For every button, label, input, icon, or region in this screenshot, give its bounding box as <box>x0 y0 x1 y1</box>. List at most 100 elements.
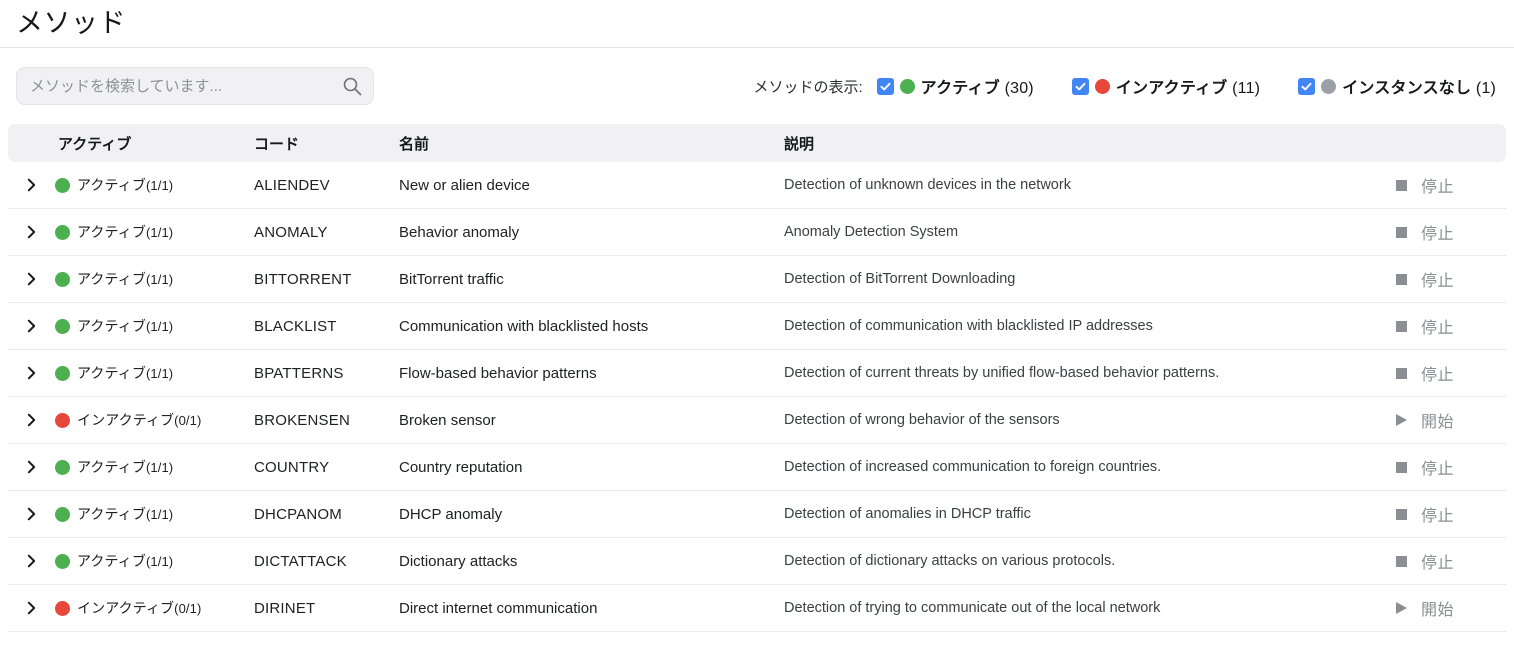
chevron-right-icon[interactable] <box>26 365 37 381</box>
chevron-right-icon[interactable] <box>26 506 37 522</box>
table-row[interactable]: アクティブ(1/1)DICTATTACKDictionary attacksDe… <box>8 538 1506 585</box>
row-action[interactable]: 開始 <box>1396 408 1506 432</box>
row-action[interactable]: 停止 <box>1396 220 1506 244</box>
stop-icon[interactable] <box>1396 462 1407 473</box>
header-active[interactable]: アクティブ <box>54 133 254 154</box>
status-dot <box>55 272 70 287</box>
stop-icon[interactable] <box>1396 274 1407 285</box>
chevron-right-icon[interactable] <box>26 553 37 569</box>
action-label[interactable]: 停止 <box>1421 549 1454 573</box>
filter-label: インアクティブ (11) <box>1116 74 1260 98</box>
checkbox-icon[interactable] <box>1072 78 1089 95</box>
action-button[interactable]: 停止 <box>1396 314 1454 338</box>
stop-icon[interactable] <box>1396 556 1407 567</box>
play-icon[interactable] <box>1396 602 1407 614</box>
chevron-right-icon[interactable] <box>26 271 37 287</box>
header-description[interactable]: 説明 <box>784 133 1396 154</box>
stop-icon[interactable] <box>1396 227 1407 238</box>
action-label[interactable]: 開始 <box>1421 408 1454 432</box>
filter-green[interactable]: アクティブ (30) <box>877 74 1034 98</box>
row-name: New or alien device <box>399 177 784 194</box>
table-row[interactable]: アクティブ(1/1)ALIENDEVNew or alien deviceDet… <box>8 162 1506 209</box>
row-action[interactable]: 停止 <box>1396 361 1506 385</box>
table-row[interactable]: アクティブ(1/1)ANOMALYBehavior anomalyAnomaly… <box>8 209 1506 256</box>
row-expand-toggle[interactable] <box>8 271 54 287</box>
action-button[interactable]: 開始 <box>1396 408 1454 432</box>
row-action[interactable]: 停止 <box>1396 549 1506 573</box>
row-description: Detection of anomalies in DHCP traffic <box>784 506 1396 522</box>
status-fraction: (1/1) <box>146 554 173 569</box>
stop-icon[interactable] <box>1396 180 1407 191</box>
chevron-right-icon[interactable] <box>26 224 37 240</box>
action-button[interactable]: 停止 <box>1396 173 1454 197</box>
row-code: BITTORRENT <box>254 271 399 288</box>
filter-gray[interactable]: インスタンスなし (1) <box>1298 74 1496 98</box>
action-label[interactable]: 停止 <box>1421 314 1454 338</box>
row-expand-toggle[interactable] <box>8 600 54 616</box>
action-label[interactable]: 停止 <box>1421 455 1454 479</box>
status-label: アクティブ(1/1) <box>77 551 173 571</box>
checkbox-icon[interactable] <box>877 78 894 95</box>
action-label[interactable]: 開始 <box>1421 596 1454 620</box>
row-action[interactable]: 停止 <box>1396 314 1506 338</box>
filter-red[interactable]: インアクティブ (11) <box>1072 74 1260 98</box>
status-label: アクティブ(1/1) <box>77 457 173 477</box>
row-expand-toggle[interactable] <box>8 224 54 240</box>
page-header: メソッド <box>0 0 1514 48</box>
action-button[interactable]: 停止 <box>1396 455 1454 479</box>
row-expand-toggle[interactable] <box>8 412 54 428</box>
row-action[interactable]: 停止 <box>1396 455 1506 479</box>
chevron-right-icon[interactable] <box>26 459 37 475</box>
chevron-right-icon[interactable] <box>26 318 37 334</box>
status-text: インアクティブ <box>77 412 174 428</box>
action-button[interactable]: 停止 <box>1396 220 1454 244</box>
checkbox-icon[interactable] <box>1298 78 1315 95</box>
row-name: Dictionary attacks <box>399 553 784 570</box>
row-expand-toggle[interactable] <box>8 506 54 522</box>
stop-icon[interactable] <box>1396 321 1407 332</box>
table-row[interactable]: インアクティブ(0/1)BROKENSENBroken sensorDetect… <box>8 397 1506 444</box>
row-expand-toggle[interactable] <box>8 553 54 569</box>
row-action[interactable]: 開始 <box>1396 596 1506 620</box>
status-text: アクティブ <box>77 224 146 240</box>
row-action[interactable]: 停止 <box>1396 173 1506 197</box>
action-button[interactable]: 開始 <box>1396 596 1454 620</box>
table-row[interactable]: アクティブ(1/1)BITTORRENTBitTorrent trafficDe… <box>8 256 1506 303</box>
stop-icon[interactable] <box>1396 509 1407 520</box>
filters-label: メソッドの表示: <box>754 76 863 97</box>
row-expand-toggle[interactable] <box>8 459 54 475</box>
search-input[interactable] <box>16 67 374 105</box>
chevron-right-icon[interactable] <box>26 177 37 193</box>
action-button[interactable]: 停止 <box>1396 267 1454 291</box>
header-name[interactable]: 名前 <box>399 133 784 154</box>
row-expand-toggle[interactable] <box>8 177 54 193</box>
row-expand-toggle[interactable] <box>8 318 54 334</box>
chevron-right-icon[interactable] <box>26 600 37 616</box>
status-text: アクティブ <box>77 553 146 569</box>
play-icon[interactable] <box>1396 414 1407 426</box>
table-row[interactable]: インアクティブ(0/1)DIRINETDirect internet commu… <box>8 585 1506 632</box>
action-button[interactable]: 停止 <box>1396 502 1454 526</box>
search-box[interactable] <box>16 67 374 105</box>
table-row[interactable]: アクティブ(1/1)BPATTERNSFlow-based behavior p… <box>8 350 1506 397</box>
action-label[interactable]: 停止 <box>1421 361 1454 385</box>
status-label: アクティブ(1/1) <box>77 504 173 524</box>
action-button[interactable]: 停止 <box>1396 361 1454 385</box>
action-label[interactable]: 停止 <box>1421 220 1454 244</box>
header-code[interactable]: コード <box>254 133 399 154</box>
row-action[interactable]: 停止 <box>1396 267 1506 291</box>
row-code: DIRINET <box>254 600 399 617</box>
filter-count: (30) <box>1005 80 1034 97</box>
row-name: DHCP anomaly <box>399 506 784 523</box>
row-action[interactable]: 停止 <box>1396 502 1506 526</box>
row-expand-toggle[interactable] <box>8 365 54 381</box>
action-label[interactable]: 停止 <box>1421 173 1454 197</box>
action-label[interactable]: 停止 <box>1421 502 1454 526</box>
chevron-right-icon[interactable] <box>26 412 37 428</box>
action-label[interactable]: 停止 <box>1421 267 1454 291</box>
table-row[interactable]: アクティブ(1/1)BLACKLISTCommunication with bl… <box>8 303 1506 350</box>
table-row[interactable]: アクティブ(1/1)DHCPANOMDHCP anomalyDetection … <box>8 491 1506 538</box>
stop-icon[interactable] <box>1396 368 1407 379</box>
table-row[interactable]: アクティブ(1/1)COUNTRYCountry reputationDetec… <box>8 444 1506 491</box>
action-button[interactable]: 停止 <box>1396 549 1454 573</box>
